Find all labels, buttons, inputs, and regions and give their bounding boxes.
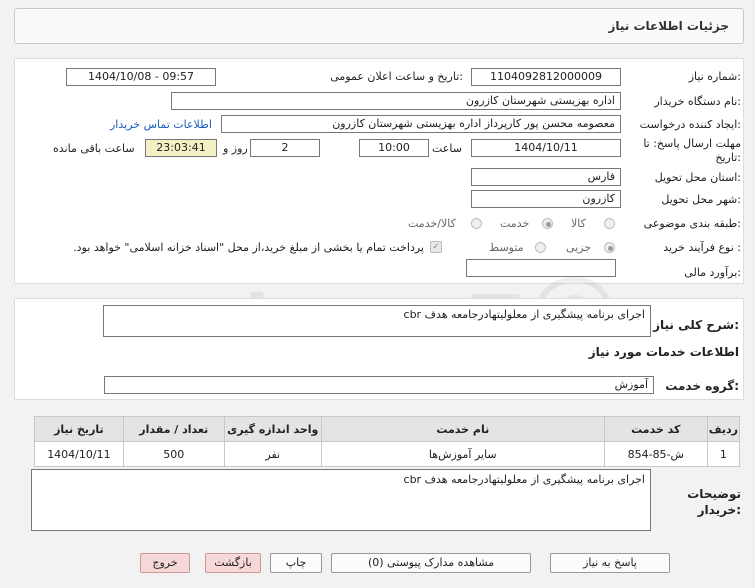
table-header-row: ردیف کد خدمت نام خدمت واحد اندازه گیری ت… <box>34 416 741 442</box>
treasury-payment-note: پرداخت تمام یا بخشی از مبلغ خرید،از محل … <box>73 241 424 254</box>
col-need-date-header: تاریخ نیاز <box>34 416 124 442</box>
cell-need-date: 1404/10/11 <box>34 441 124 467</box>
category-option-service-radio[interactable] <box>542 218 553 229</box>
days-label: روز و <box>223 142 248 155</box>
exit-button[interactable]: خروج <box>140 553 190 573</box>
deadline-time-label: ساعت <box>432 142 462 155</box>
page-title: جزئیات اطلاعات نیاز <box>608 19 729 33</box>
services-table-wrap: ردیف کد خدمت نام خدمت واحد اندازه گیری ت… <box>34 416 741 467</box>
service-group-field: آموزش <box>104 376 654 394</box>
services-table: ردیف کد خدمت نام خدمت واحد اندازه گیری ت… <box>34 416 741 467</box>
deadline-time-field: 10:00 <box>359 139 429 157</box>
announce-date-label: تاریخ و ساعت اعلان عمومی: <box>330 70 463 83</box>
process-option-minor-radio[interactable] <box>604 242 615 253</box>
category-option-goods-service-radio[interactable] <box>471 218 482 229</box>
category-option-service-label: خدمت <box>500 217 530 230</box>
province-label: استان محل تحویل: <box>654 171 741 184</box>
services-section-title: اطلاعات خدمات مورد نیاز <box>588 345 739 359</box>
announce-date-field: 1404/10/08 - 09:57 <box>66 68 216 86</box>
cell-quantity: 500 <box>122 441 225 467</box>
category-option-goods-service-label: کالا/خدمت <box>408 217 456 230</box>
page-header: جزئیات اطلاعات نیاز <box>14 8 744 44</box>
budget-label: برآورد مالی: <box>684 266 741 279</box>
col-code-header: کد خدمت <box>603 416 708 442</box>
col-service-name-header: نام خدمت <box>320 416 605 442</box>
process-option-medium-label: متوسط <box>489 241 524 254</box>
process-option-minor-label: جزیی <box>566 241 592 254</box>
creator-field: معصومه محسن پور کارپرداز اداره بهزیستی ش… <box>221 115 621 133</box>
print-button[interactable]: چاپ <box>270 553 322 573</box>
category-option-goods-radio[interactable] <box>604 218 615 229</box>
cell-service-name: سایر آموزش‌ها <box>320 441 605 467</box>
city-label: شهر محل تحویل: <box>661 193 741 206</box>
buyer-contact-link[interactable]: اطلاعات تماس خریدار <box>110 118 212 131</box>
remaining-label: ساعت باقی مانده <box>53 142 135 155</box>
need-summary-field: اجرای برنامه پیشگیری از معلولیتهادرجامعه… <box>103 305 651 337</box>
reply-to-need-button[interactable]: پاسخ به نیاز <box>550 553 670 573</box>
cell-unit: نفر <box>223 441 322 467</box>
deadline-label: مهلت ارسال پاسخ: تا تاریخ: <box>643 137 741 164</box>
need-summary-label: شرح کلی نیاز: <box>653 318 739 332</box>
city-field: کازرون <box>471 190 621 208</box>
buyer-notes-label: توضیحات خریدار: <box>687 487 741 517</box>
back-button[interactable]: بازگشت <box>205 553 261 573</box>
cell-row: 1 <box>706 441 741 467</box>
need-number-field: 1104092812000009 <box>471 68 621 86</box>
treasury-payment-checkbox[interactable]: ✓ <box>430 241 442 253</box>
remaining-time-field: 23:03:41 <box>145 139 217 157</box>
days-field: 2 <box>250 139 320 157</box>
col-quantity-header: تعداد / مقدار <box>122 416 225 442</box>
cell-code: ش-85-854 <box>603 441 708 467</box>
buyer-notes-field: اجرای برنامه پیشگیری از معلولیتهادرجامعه… <box>31 469 651 531</box>
need-number-label: شماره نیاز: <box>688 70 741 83</box>
buyer-org-label: نام دستگاه خریدار: <box>654 95 741 108</box>
budget-field[interactable] <box>466 259 616 277</box>
process-type-label: نوع فرآیند خرید : <box>663 241 741 254</box>
view-attachments-button[interactable]: مشاهده مدارک پیوستی (0) <box>331 553 531 573</box>
service-group-label: گروه خدمت: <box>665 379 739 393</box>
province-field: فارس <box>471 168 621 186</box>
col-unit-header: واحد اندازه گیری <box>223 416 322 442</box>
creator-label: ایجاد کننده درخواست: <box>639 118 741 131</box>
buyer-org-field: اداره بهزیستی شهرستان کازرون <box>171 92 621 110</box>
deadline-date-field: 1404/10/11 <box>471 139 621 157</box>
col-row-header: ردیف <box>706 416 741 442</box>
process-option-medium-radio[interactable] <box>535 242 546 253</box>
category-option-goods-label: کالا <box>571 217 586 230</box>
table-row: 1 ش-85-854 سایر آموزش‌ها نفر 500 1404/10… <box>34 441 741 467</box>
category-label: طبقه بندی موضوعی: <box>643 217 741 230</box>
